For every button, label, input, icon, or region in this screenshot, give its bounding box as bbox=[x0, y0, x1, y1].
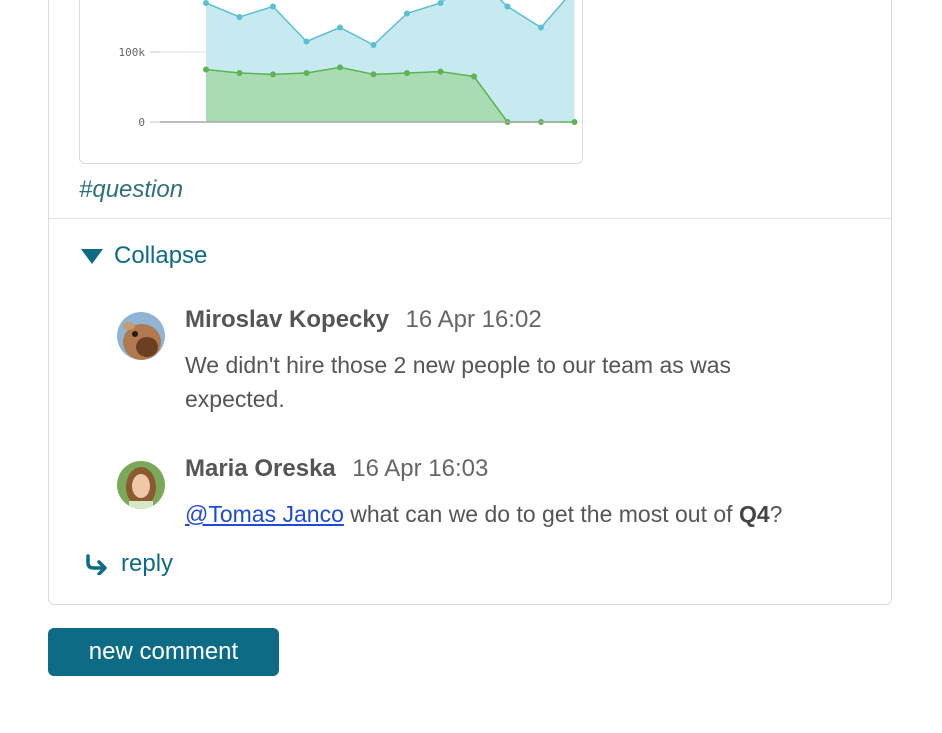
comment-text: We didn't hire those 2 new people to our… bbox=[185, 352, 732, 412]
divider bbox=[49, 218, 891, 219]
comment-meta: Maria Oreska 16 Apr 16:03 bbox=[185, 455, 488, 483]
series-1-point-3[interactable] bbox=[270, 3, 276, 10]
comment-text-part: what can we do to get the most out of bbox=[343, 501, 739, 527]
collapse-toggle[interactable]: Collapse bbox=[81, 242, 207, 270]
person-avatar-icon bbox=[117, 461, 165, 509]
y-tick-label-100k: 100k bbox=[119, 46, 146, 59]
comment-author[interactable]: Maria Oreska bbox=[185, 455, 336, 482]
series-1-point-2[interactable] bbox=[236, 14, 243, 20]
user-mention-link[interactable]: @Tomas Janco bbox=[185, 501, 344, 527]
series-2-point-6[interactable] bbox=[370, 71, 377, 78]
comment-bold-text: Q4 bbox=[738, 501, 770, 527]
new-comment-button[interactable]: new comment bbox=[48, 628, 279, 676]
series-1-point-8[interactable] bbox=[437, 0, 444, 6]
comment-text-part: ? bbox=[769, 501, 783, 527]
series-2-point-12[interactable] bbox=[571, 119, 578, 125]
animal-avatar-icon bbox=[117, 312, 165, 360]
y-tick-label-0: 0 bbox=[138, 116, 145, 129]
series-2-point-9[interactable] bbox=[471, 73, 477, 80]
chart-container: 100k 0 bbox=[79, 0, 583, 164]
series-1-point-6[interactable] bbox=[370, 42, 377, 48]
comment-text: @Tomas Janco what can we do to get the m… bbox=[185, 497, 825, 531]
series-2-point-1[interactable] bbox=[203, 66, 209, 73]
series-1-point-10[interactable] bbox=[504, 3, 511, 10]
series-2-point-7[interactable] bbox=[404, 70, 410, 76]
reply-label: reply bbox=[121, 550, 174, 577]
post-card: 100k 0 #question Collapse Miroslav Kopec… bbox=[48, 0, 892, 605]
series-2-point-4[interactable] bbox=[303, 70, 310, 76]
series-2-point-8[interactable] bbox=[437, 68, 444, 75]
comment-meta: Miroslav Kopecky 16 Apr 16:02 bbox=[185, 306, 542, 334]
series-2-point-5[interactable] bbox=[337, 64, 343, 71]
post-tag[interactable]: #question bbox=[79, 176, 183, 204]
area-chart: 100k 0 bbox=[119, 0, 578, 129]
reply-button[interactable]: reply bbox=[85, 550, 173, 578]
avatar[interactable] bbox=[117, 461, 165, 509]
triangle-down-icon bbox=[81, 248, 103, 264]
series-2-point-2[interactable] bbox=[236, 70, 243, 76]
comment-author[interactable]: Miroslav Kopecky bbox=[185, 306, 389, 333]
collapse-label: Collapse bbox=[114, 242, 208, 269]
series-1-point-7[interactable] bbox=[404, 10, 410, 17]
series-1-point-11[interactable] bbox=[538, 24, 544, 31]
series-1-point-5[interactable] bbox=[337, 24, 343, 31]
series-2-point-3[interactable] bbox=[270, 71, 276, 78]
comment-time: 16 Apr 16:03 bbox=[352, 455, 489, 482]
series-1-point-1[interactable] bbox=[203, 0, 209, 6]
reply-arrow-icon bbox=[86, 554, 107, 575]
comment-time: 16 Apr 16:02 bbox=[405, 306, 542, 333]
series-1-point-4[interactable] bbox=[303, 38, 310, 45]
avatar[interactable] bbox=[117, 312, 165, 360]
